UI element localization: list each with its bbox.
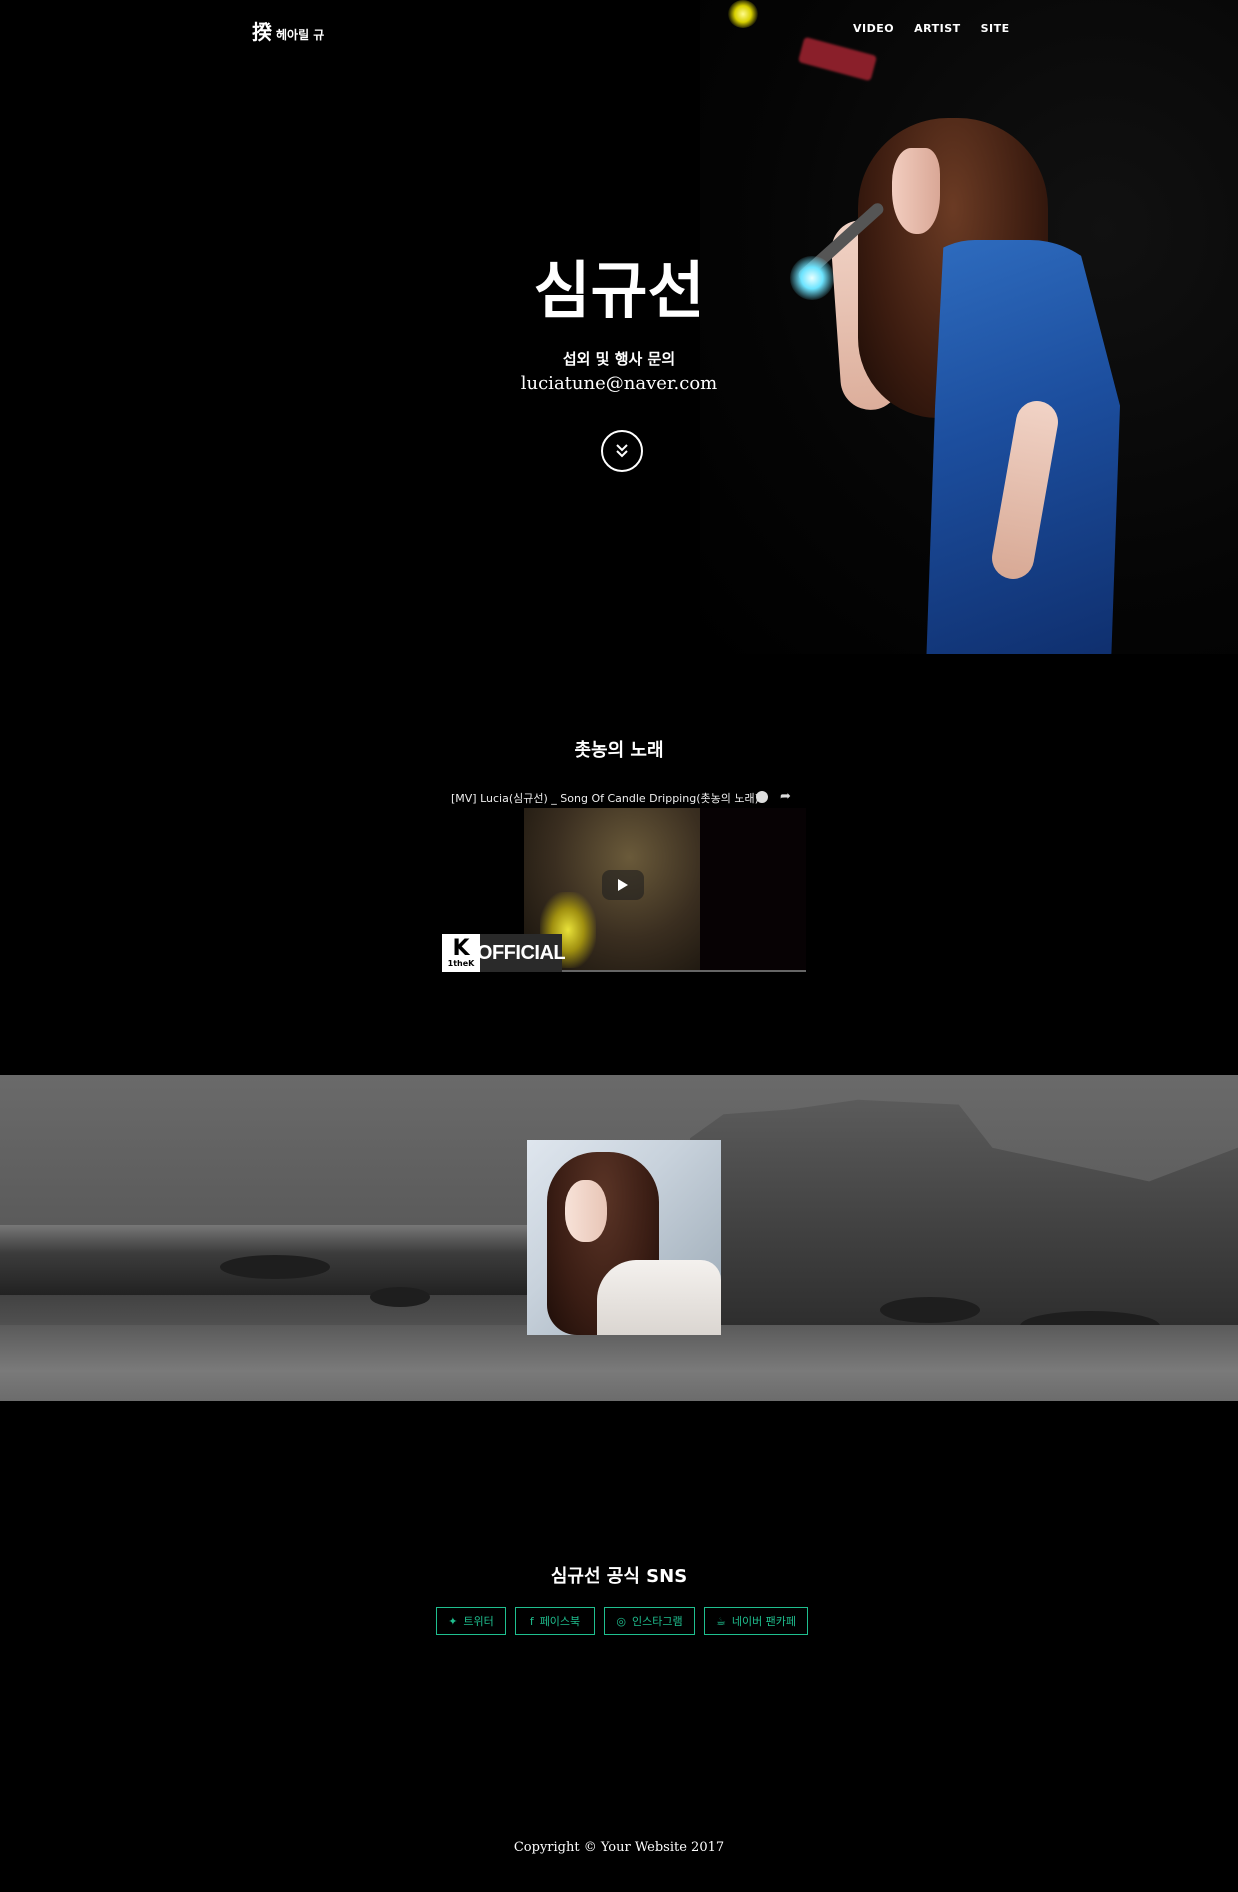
hero-section: 심규선 섭외 및 행사 문의 luciatune@naver.com xyxy=(0,0,1238,654)
coffee-icon: ☕ xyxy=(715,1614,726,1628)
portrait-body xyxy=(597,1260,721,1335)
double-chevron-down-icon xyxy=(616,444,628,458)
video-title[interactable]: [MV] Lucia(심규선) _ Song Of Candle Drippin… xyxy=(451,790,759,806)
brand-glyph: 揆 xyxy=(252,20,272,44)
brand-text: 헤아릴 규 xyxy=(276,28,325,42)
rock xyxy=(220,1255,330,1279)
instagram-icon: ◎ xyxy=(616,1614,626,1628)
sns-buttons: ✦ 트위터 f 페이스북 ◎ 인스타그램 ☕ 네이버 팬카페 xyxy=(436,1607,808,1635)
rock xyxy=(370,1287,430,1307)
twitter-label: 트위터 xyxy=(463,1615,494,1628)
facebook-icon: f xyxy=(529,1614,534,1628)
artist-portrait xyxy=(527,1140,721,1335)
sns-title: 심규선 공식 SNS xyxy=(550,1566,688,1587)
video-section-title: 촛농의 노래 xyxy=(574,740,664,761)
twitter-icon: ✦ xyxy=(448,1614,458,1628)
nav-item-artist[interactable]: ARTIST xyxy=(914,22,961,35)
channel-logo: K 1theK xyxy=(442,934,480,972)
instagram-label: 인스타그램 xyxy=(632,1615,683,1628)
nav-item-site[interactable]: SITE xyxy=(981,22,1010,35)
channel-badge: OFFICIAL xyxy=(477,934,566,972)
contact-email: luciatune@naver.com xyxy=(520,373,718,394)
hero-subtitle: 섭외 및 행사 문의 xyxy=(562,350,676,368)
hero-title: 심규선 xyxy=(533,254,705,327)
play-icon xyxy=(618,879,628,891)
navbar: 揆 헤아릴 규 VIDEO ARTIST SITE xyxy=(0,0,1238,60)
facebook-button[interactable]: f 페이스북 xyxy=(515,1607,595,1635)
nav-menu: VIDEO ARTIST SITE xyxy=(853,22,1010,35)
play-button[interactable] xyxy=(602,870,644,900)
brand-logo[interactable]: 揆 헤아릴 규 xyxy=(252,16,324,45)
naver-cafe-label: 네이버 팬카페 xyxy=(731,1615,797,1628)
twitter-button[interactable]: ✦ 트위터 xyxy=(436,1607,506,1635)
rock xyxy=(880,1297,980,1323)
channel-logo-sub: 1theK xyxy=(447,959,475,968)
sand xyxy=(0,1325,1238,1401)
video-progress-bar[interactable] xyxy=(524,970,806,972)
rock-cliff xyxy=(690,1099,1238,1335)
naver-cafe-button[interactable]: ☕ 네이버 팬카페 xyxy=(704,1607,808,1635)
share-icon[interactable]: ➦ xyxy=(780,789,791,804)
facebook-label: 페이스북 xyxy=(539,1615,581,1628)
copyright: Copyright © Your Website 2017 xyxy=(513,1840,725,1855)
nav-item-video[interactable]: VIDEO xyxy=(853,22,894,35)
scroll-down-button[interactable] xyxy=(601,430,643,472)
portrait-face xyxy=(565,1180,607,1242)
video-thumbnail-dark xyxy=(700,808,806,972)
instagram-button[interactable]: ◎ 인스타그램 xyxy=(604,1607,695,1635)
channel-logo-letter: K xyxy=(452,936,470,961)
watch-later-icon[interactable] xyxy=(756,791,768,803)
singer-face xyxy=(892,148,940,234)
